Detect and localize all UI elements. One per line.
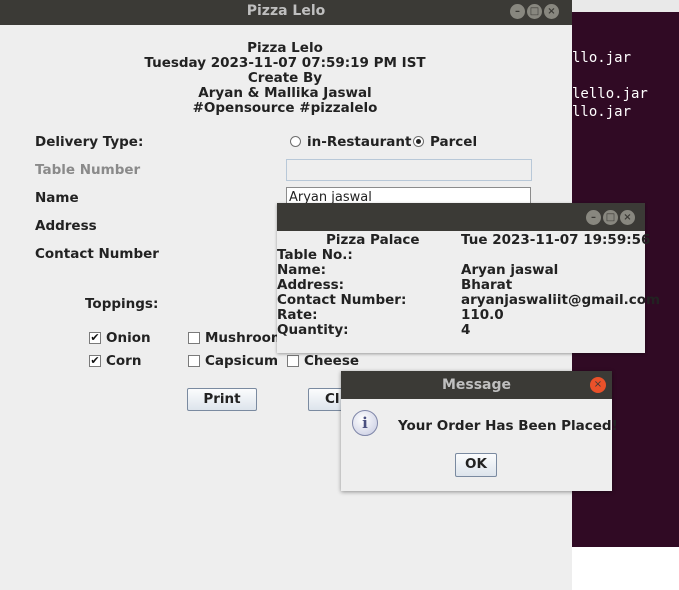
message-dialog: Message × i Your Order Has Been Placed! …	[341, 371, 618, 491]
window-titlebar[interactable]: Pizza Lelo – □ ×	[0, 0, 572, 25]
capsicum-checkbox[interactable]	[188, 355, 200, 367]
address-label: Address	[35, 218, 97, 234]
parcel-label[interactable]: Parcel	[430, 134, 477, 150]
header-tags: #Opensource #pizzalelo	[192, 100, 378, 116]
receipt-quantity-label: Quantity:	[277, 322, 349, 338]
window-title: Pizza Lelo	[246, 3, 326, 19]
mushroom-label[interactable]: Mushroom	[205, 330, 285, 346]
corn-checkbox[interactable]: ✔	[89, 355, 101, 367]
cheese-checkbox[interactable]	[287, 355, 299, 367]
desktop-strip	[572, 0, 679, 12]
in-restaurant-radio[interactable]	[290, 136, 301, 147]
toppings-label: Toppings:	[85, 296, 159, 312]
receipt-name-label: Name:	[277, 262, 327, 278]
receipt-contact-value: aryanjaswaliit@gmail.com	[461, 292, 661, 308]
terminal-line: llo.jar	[572, 50, 632, 66]
info-icon: i	[352, 410, 378, 436]
close-icon[interactable]: ×	[544, 4, 559, 19]
header-created-by: Create By	[247, 70, 323, 86]
minimize-icon[interactable]: –	[586, 210, 601, 225]
cheese-label[interactable]: Cheese	[304, 353, 359, 369]
receipt-table-label: Table No.:	[277, 247, 353, 263]
header-authors: Aryan & Mallika Jaswal	[198, 85, 372, 101]
desktop-area	[572, 547, 679, 590]
receipt-rate-value: 110.0	[461, 307, 504, 323]
close-icon[interactable]: ×	[620, 210, 635, 225]
receipt-titlebar[interactable]: – □ ×	[277, 203, 645, 231]
name-label: Name	[35, 190, 79, 206]
dialog-titlebar[interactable]: Message	[341, 371, 612, 399]
receipt-datetime: Tue 2023-11-07 19:59:56	[461, 232, 651, 248]
receipt-address-label: Address:	[277, 277, 345, 293]
header-shop-name: Pizza Lelo	[247, 40, 323, 56]
contact-number-label: Contact Number	[35, 246, 159, 262]
receipt-quantity-value: 4	[461, 322, 471, 338]
print-button[interactable]: Print	[187, 388, 257, 411]
header-datetime: Tuesday 2023-11-07 07:59:19 PM IST	[144, 55, 426, 71]
ok-button[interactable]: OK	[455, 453, 497, 477]
terminal-line: lello.jar	[572, 86, 648, 102]
receipt-contact-label: Contact Number:	[277, 292, 407, 308]
table-number-field[interactable]	[286, 159, 532, 181]
receipt-shop-name: Pizza Palace	[326, 232, 420, 248]
table-number-label: Table Number	[35, 162, 141, 178]
receipt-name-value: Aryan jaswal	[461, 262, 559, 278]
close-icon[interactable]: ×	[590, 377, 606, 393]
receipt-window: – □ × Pizza Palace Tue 2023-11-07 19:59:56…	[277, 203, 660, 353]
in-restaurant-label[interactable]: in-Restaurant	[307, 134, 411, 150]
maximize-icon[interactable]: □	[527, 4, 542, 19]
mushroom-checkbox[interactable]	[188, 332, 200, 344]
corn-label[interactable]: Corn	[106, 353, 141, 369]
parcel-radio[interactable]	[413, 136, 424, 147]
dialog-message: Your Order Has Been Placed!	[398, 418, 618, 434]
delivery-type-label: Delivery Type:	[35, 134, 144, 150]
receipt-address-value: Bharat	[461, 277, 513, 293]
onion-label[interactable]: Onion	[106, 330, 151, 346]
maximize-icon[interactable]: □	[603, 210, 618, 225]
minimize-icon[interactable]: –	[510, 4, 525, 19]
dialog-title: Message	[441, 377, 512, 393]
terminal-line: llo.jar	[572, 104, 632, 120]
onion-checkbox[interactable]: ✔	[89, 332, 101, 344]
capsicum-label[interactable]: Capsicum	[205, 353, 278, 369]
receipt-rate-label: Rate:	[277, 307, 318, 323]
